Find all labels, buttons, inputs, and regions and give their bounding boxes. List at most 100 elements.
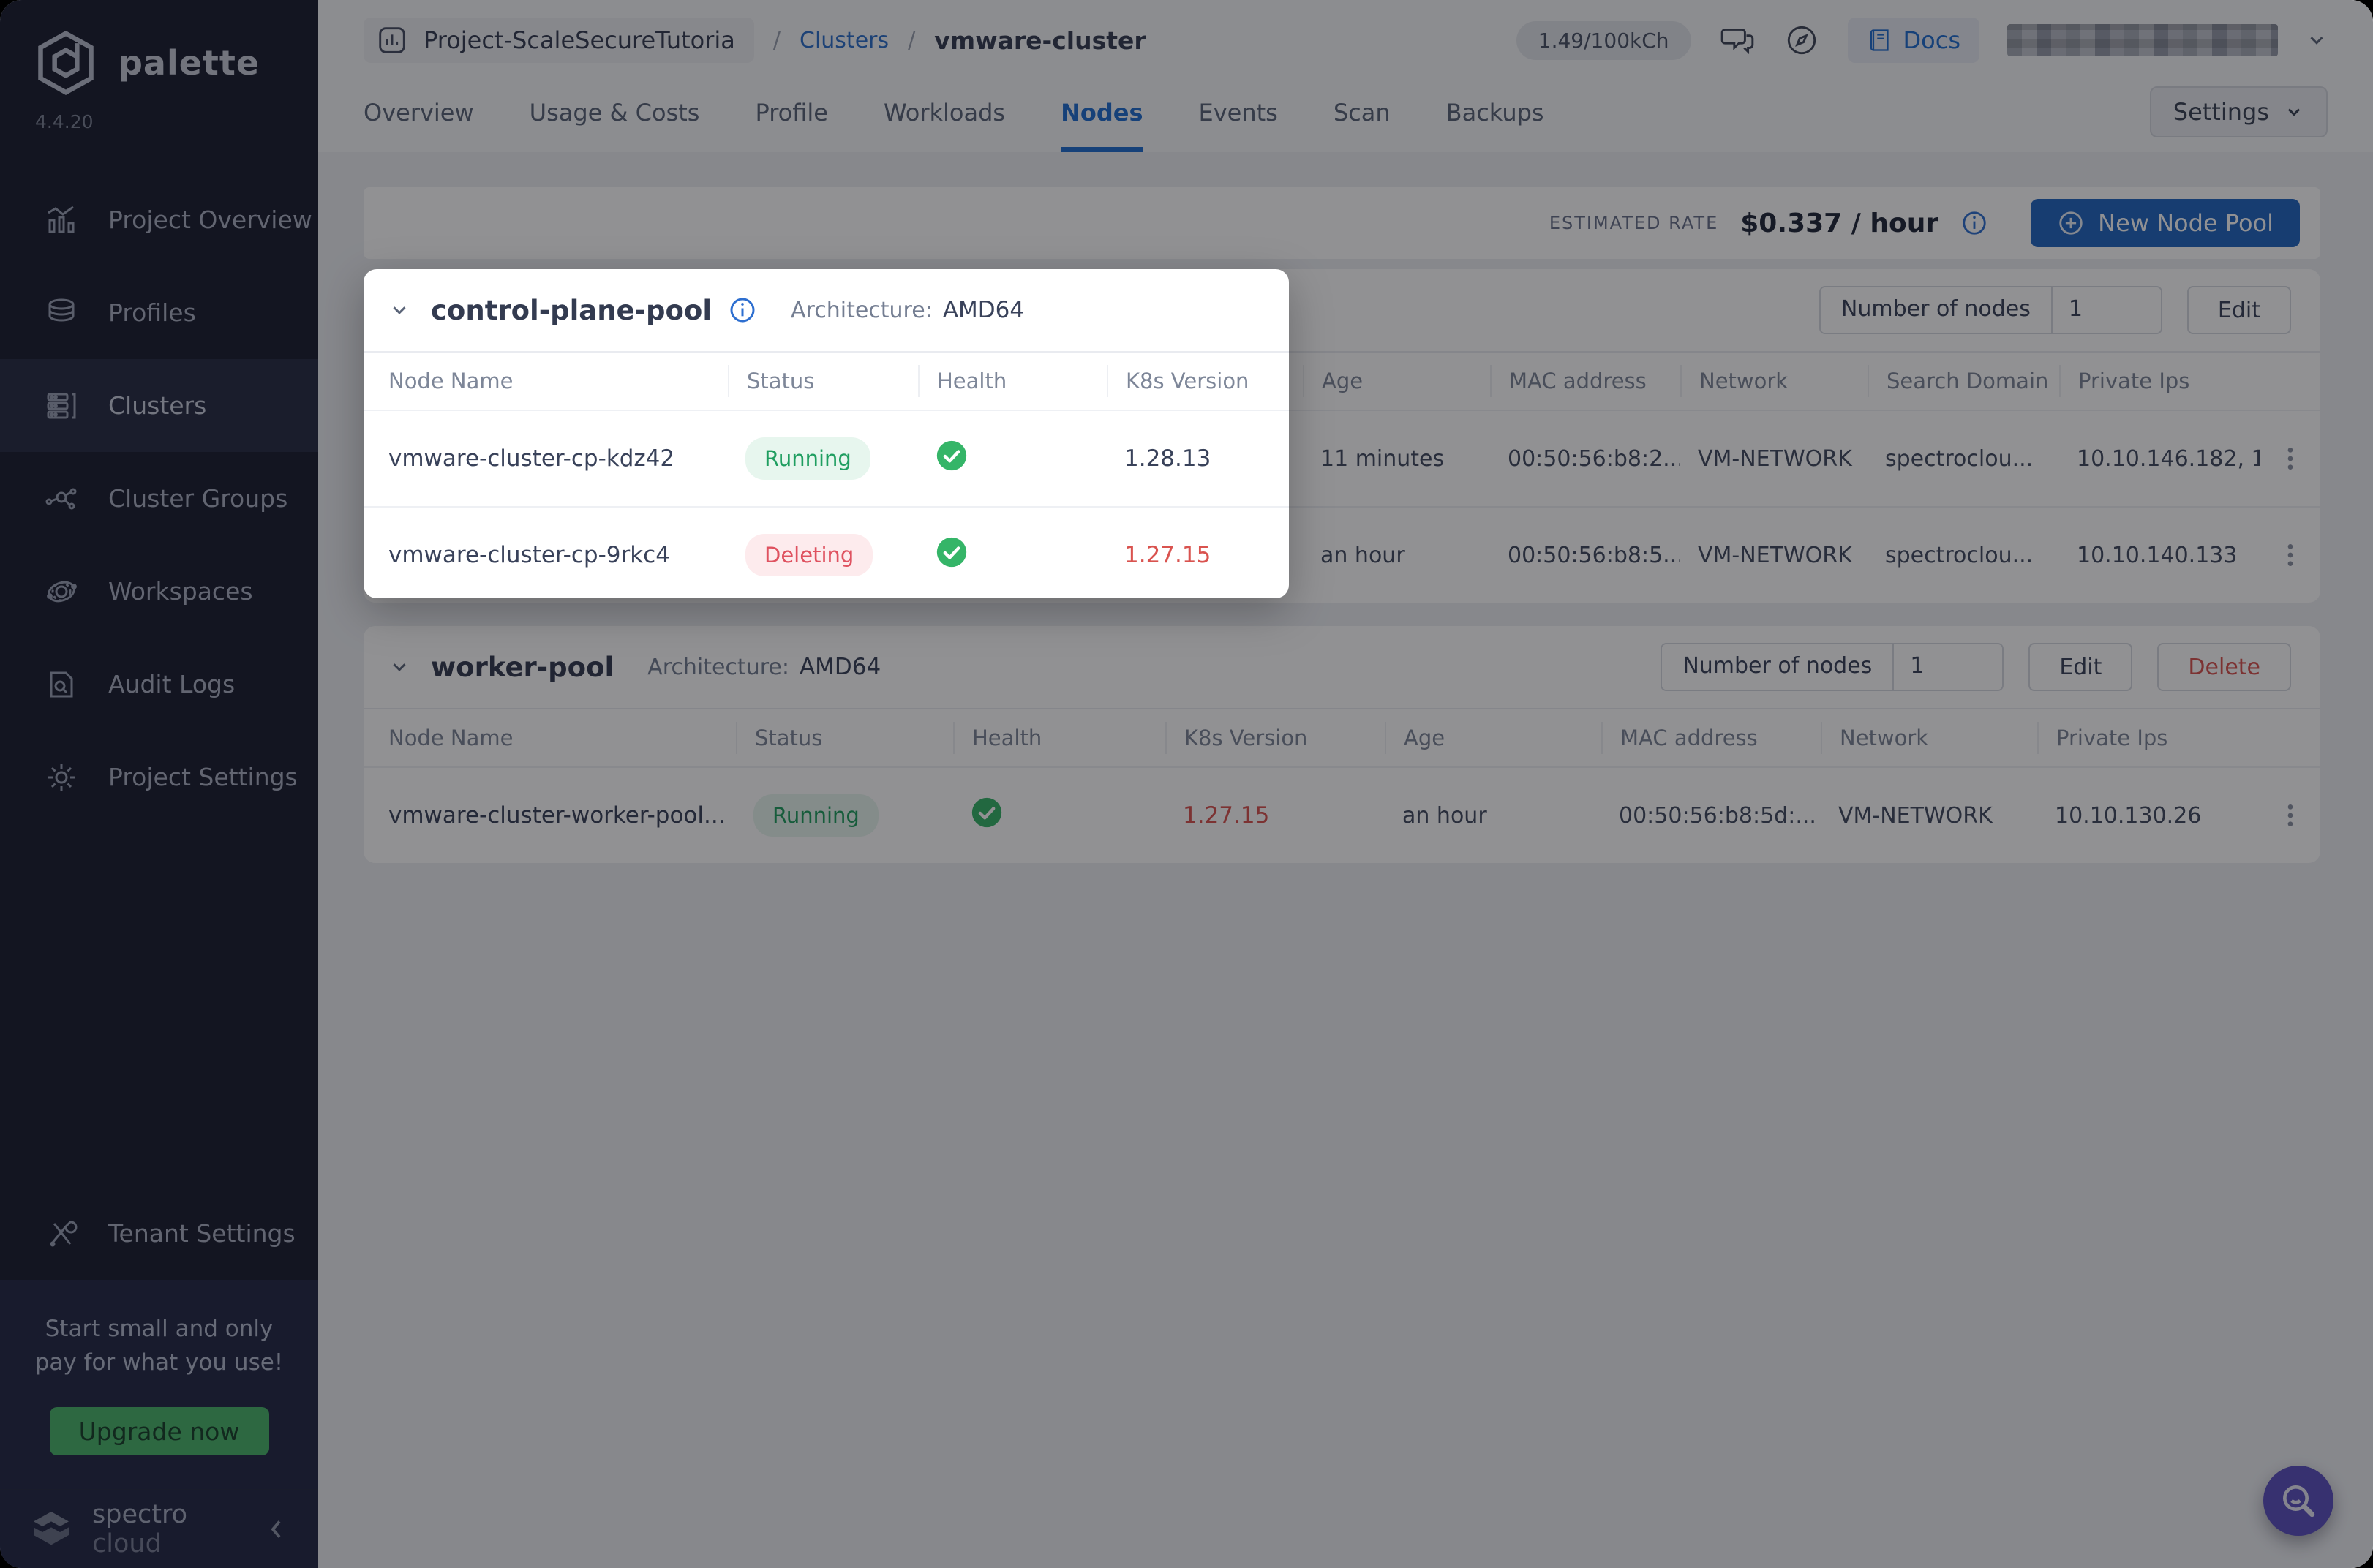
col-age: Age <box>1385 722 1601 754</box>
tab-events[interactable]: Events <box>1198 99 1277 152</box>
worker-pool-card: worker-pool Architecture: AMD64 Number o… <box>364 626 2320 863</box>
palette-logo-icon <box>32 29 99 97</box>
tab-workloads[interactable]: Workloads <box>884 99 1005 152</box>
sidebar-item-audit-logs[interactable]: Audit Logs <box>0 638 318 731</box>
topbar-right: 1.49/100kCh Docs <box>1516 18 2328 63</box>
sidebar-item-profiles[interactable]: Profiles <box>0 266 318 359</box>
collapse-sidebar-icon[interactable] <box>264 1516 290 1542</box>
new-node-pool-button[interactable]: New Node Pool <box>2031 199 2300 247</box>
node-age: an hour <box>1385 803 1601 829</box>
estimated-rate-label: ESTIMATED RATE <box>1549 213 1718 233</box>
brand-text: spectro cloud <box>92 1500 247 1558</box>
info-icon[interactable] <box>728 295 757 325</box>
tab-scan[interactable]: Scan <box>1334 99 1391 152</box>
sidebar-item-workspaces[interactable]: Workspaces <box>0 545 318 638</box>
node-age: 11 minutes <box>1303 446 1490 472</box>
delete-pool-button[interactable]: Delete <box>2157 643 2291 691</box>
col-health: Health <box>918 365 1107 397</box>
tab-overview[interactable]: Overview <box>364 99 474 152</box>
search-help-fab[interactable] <box>2263 1466 2333 1536</box>
docs-button[interactable]: Docs <box>1848 18 1979 63</box>
chevron-down-icon[interactable] <box>2306 29 2328 51</box>
col-mac: MAC address <box>1490 365 1680 397</box>
col-age: Age <box>1303 365 1490 397</box>
node-name: vmware-cluster-worker-pool... <box>364 802 736 829</box>
status-badge: Running <box>745 437 870 480</box>
topbar: Project-ScaleSecureTutoria / Clusters / … <box>318 0 2373 154</box>
tab-profile[interactable]: Profile <box>755 99 828 152</box>
chat-icon[interactable] <box>1719 22 1756 59</box>
sidebar-item-clusters[interactable]: Clusters <box>0 359 318 452</box>
table-row: vmware-cluster-cp-9rkc4 Deleting 1.27.15… <box>364 506 2320 603</box>
book-icon <box>1867 27 1893 53</box>
status-badge: Deleting <box>745 534 873 576</box>
chevron-down-icon[interactable] <box>388 299 410 321</box>
breadcrumb: Project-ScaleSecureTutoria / Clusters / … <box>364 16 2328 64</box>
settings-button[interactable]: Settings <box>2150 86 2328 137</box>
new-node-pool-label: New Node Pool <box>2098 209 2274 237</box>
sidebar-item-label: Profiles <box>108 298 196 327</box>
number-of-nodes-value[interactable]: 1 <box>2051 287 2161 333</box>
node-search-domain: spectroclou... <box>1868 446 2059 472</box>
architecture-label: Architecture: <box>791 298 933 323</box>
info-icon[interactable] <box>1960 209 1988 237</box>
row-menu-icon[interactable] <box>2276 801 2305 830</box>
node-private-ips: 10.10.146.182, 1... <box>2059 446 2260 472</box>
node-name: vmware-cluster-cp-9rkc4 <box>364 542 728 568</box>
k8s-version: 1.28.13 <box>1107 445 1303 472</box>
upgrade-now-button[interactable]: Upgrade now <box>50 1407 269 1455</box>
table-row: vmware-cluster-cp-kdz42 Running 1.28.13 … <box>364 410 2320 506</box>
sidebar-item-project-overview[interactable]: Project Overview <box>0 173 318 266</box>
number-of-nodes-value[interactable]: 1 <box>1892 644 2002 690</box>
breadcrumb-current-cluster: vmware-cluster <box>934 26 1146 55</box>
project-chart-icon <box>375 23 409 57</box>
row-menu-icon[interactable] <box>2276 444 2305 473</box>
edit-pool-button[interactable]: Edit <box>2187 286 2291 334</box>
node-network: VM-NETWORK <box>1680 543 1868 568</box>
pool-title: worker-pool <box>431 652 614 683</box>
compass-icon[interactable] <box>1783 22 1820 59</box>
sidebar-item-cluster-groups[interactable]: Cluster Groups <box>0 452 318 545</box>
gear-icon <box>44 760 79 795</box>
edit-pool-button[interactable]: Edit <box>2028 643 2132 691</box>
chevron-down-icon[interactable] <box>388 656 410 678</box>
sidebar-spacer <box>0 823 318 1187</box>
col-k8s-version: K8s Version <box>1165 722 1385 754</box>
breadcrumb-clusters-link[interactable]: Clusters <box>800 28 889 53</box>
tools-icon <box>44 1216 79 1251</box>
node-network: VM-NETWORK <box>1821 803 2037 829</box>
sidebar-item-label: Project Settings <box>108 763 298 791</box>
estimated-rate-value: $0.337 / hour <box>1740 208 1938 238</box>
project-selector[interactable]: Project-ScaleSecureTutoria <box>364 18 754 63</box>
user-name-redacted[interactable] <box>2007 24 2278 56</box>
orbit-icon <box>44 574 79 609</box>
sidebar: palette 4.4.20 Project Overview Profiles <box>0 0 318 1568</box>
nodes-content: ESTIMATED RATE $0.337 / hour New Node Po… <box>318 152 2373 1568</box>
col-mac: MAC address <box>1601 722 1821 754</box>
upgrade-text: Start small and only pay for what you us… <box>25 1312 293 1379</box>
tab-nodes[interactable]: Nodes <box>1061 99 1143 152</box>
architecture-value: AMD64 <box>943 297 1024 323</box>
col-network: Network <box>1680 365 1868 397</box>
col-network: Network <box>1821 722 2037 754</box>
chevron-down-icon <box>2284 102 2304 122</box>
app-version: 4.4.20 <box>0 101 318 132</box>
breadcrumb-separator: / <box>773 28 781 53</box>
number-of-nodes-widget: Number of nodes 1 <box>1661 643 2004 691</box>
sidebar-item-label: Tenant Settings <box>108 1219 296 1248</box>
col-status: Status <box>736 722 953 754</box>
row-menu-icon[interactable] <box>2276 540 2305 570</box>
network-nodes-icon <box>44 481 79 516</box>
app-window: palette 4.4.20 Project Overview Profiles <box>0 0 2373 1568</box>
pool-title: control-plane-pool <box>431 295 712 326</box>
tab-usage-costs[interactable]: Usage & Costs <box>530 99 700 152</box>
sidebar-item-label: Audit Logs <box>108 670 235 698</box>
tab-backups[interactable]: Backups <box>1446 99 1544 152</box>
sidebar-item-project-settings[interactable]: Project Settings <box>0 731 318 823</box>
worker-pool-header: worker-pool Architecture: AMD64 Number o… <box>364 626 2320 708</box>
k8s-version: 1.27.15 <box>1107 542 1303 568</box>
worker-pool-table-header: Node Name Status Health K8s Version Age … <box>364 708 2320 766</box>
layers-stack-icon <box>44 295 79 331</box>
sidebar-item-tenant-settings[interactable]: Tenant Settings <box>0 1187 318 1280</box>
col-health: Health <box>953 722 1165 754</box>
